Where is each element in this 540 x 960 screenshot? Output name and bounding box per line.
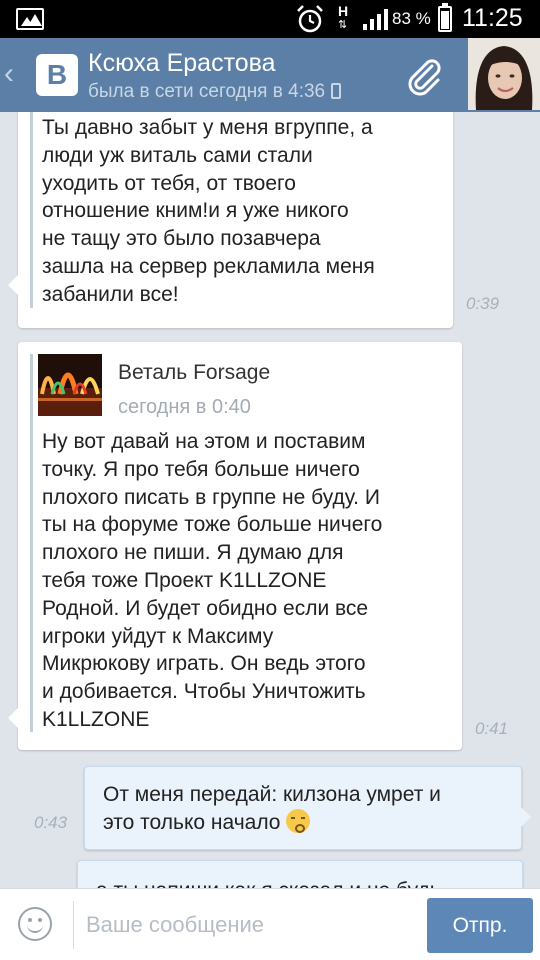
network-type-label: H: [338, 3, 349, 19]
message-bubble-outgoing[interactable]: От меня передай: килзона умрет и это тол…: [84, 766, 531, 850]
bubble-tail: [8, 275, 18, 295]
forwarded-author-avatar[interactable]: [38, 354, 102, 416]
chat-header: ‹ B Ксюха Ерастова была в сети сегодня в…: [0, 38, 540, 112]
phone-icon: [331, 83, 342, 99]
fountain-photo: [38, 354, 102, 416]
message-bubble-outgoing[interactable]: а ты напиши как я сказал и не будь: [77, 860, 523, 888]
signal-icon: [363, 9, 388, 30]
battery-percent: 83 %: [392, 9, 431, 28]
forward-quote-bar: [30, 354, 33, 732]
chevron-left-icon[interactable]: ‹: [4, 56, 14, 92]
paperclip-icon[interactable]: [402, 54, 446, 98]
forwarded-date: сегодня в 0:40: [118, 396, 251, 418]
message-list[interactable]: Ты давно забыт у меня вгруппе, а люди уж…: [0, 112, 540, 888]
network-activity-icon: ⇅: [338, 19, 348, 31]
send-button[interactable]: Отпр.: [427, 898, 533, 953]
gallery-icon: [16, 8, 44, 30]
forwarded-author-name[interactable]: Веталь Forsage: [118, 360, 270, 386]
message-text: От меня передай: килзона умрет и это тол…: [103, 781, 441, 837]
message-text-content: От меня передай: килзона умрет и это тол…: [103, 783, 441, 834]
message-text: а ты напиши как я сказал и не будь: [96, 877, 441, 888]
contact-status: была в сети сегодня в 4:36: [88, 80, 342, 104]
battery-icon: [438, 3, 452, 32]
vk-logo-icon[interactable]: B: [36, 54, 78, 96]
kissing-face-emoji-icon: [286, 808, 311, 833]
forward-quote-bar: [30, 112, 33, 308]
message-time: 0:43: [34, 813, 68, 832]
message-time: 0:41: [475, 719, 509, 738]
message-text: Ну вот давай на этом и поставим точку. Я…: [42, 430, 383, 731]
bubble-tail: [521, 807, 531, 827]
message-input[interactable]: [86, 903, 412, 947]
alarm-icon: [297, 5, 323, 33]
contact-name[interactable]: Ксюха Ерастова: [88, 48, 276, 78]
clock: 11:25: [462, 4, 523, 32]
message-bubble-incoming-forwarded[interactable]: Веталь Forsage сегодня в 0:40 Ну вот дав…: [8, 342, 462, 750]
bubble-tail: [8, 708, 18, 728]
avatar-image: [468, 38, 540, 110]
composer-divider: [73, 901, 74, 949]
battery-level-fill: [441, 10, 449, 29]
status-bar: H ⇅ 83 % 11:25: [0, 0, 540, 38]
message-text: Ты давно забыт у меня вгруппе, а люди уж…: [42, 116, 375, 306]
message-bubble-incoming[interactable]: Ты давно забыт у меня вгруппе, а люди уж…: [8, 112, 453, 328]
composer-bar: Отпр.: [0, 888, 540, 960]
message-time: 0:39: [466, 294, 500, 313]
avatar[interactable]: [468, 38, 540, 110]
last-seen-text: была в сети сегодня в 4:36: [88, 81, 326, 102]
smiley-icon[interactable]: [18, 907, 52, 941]
